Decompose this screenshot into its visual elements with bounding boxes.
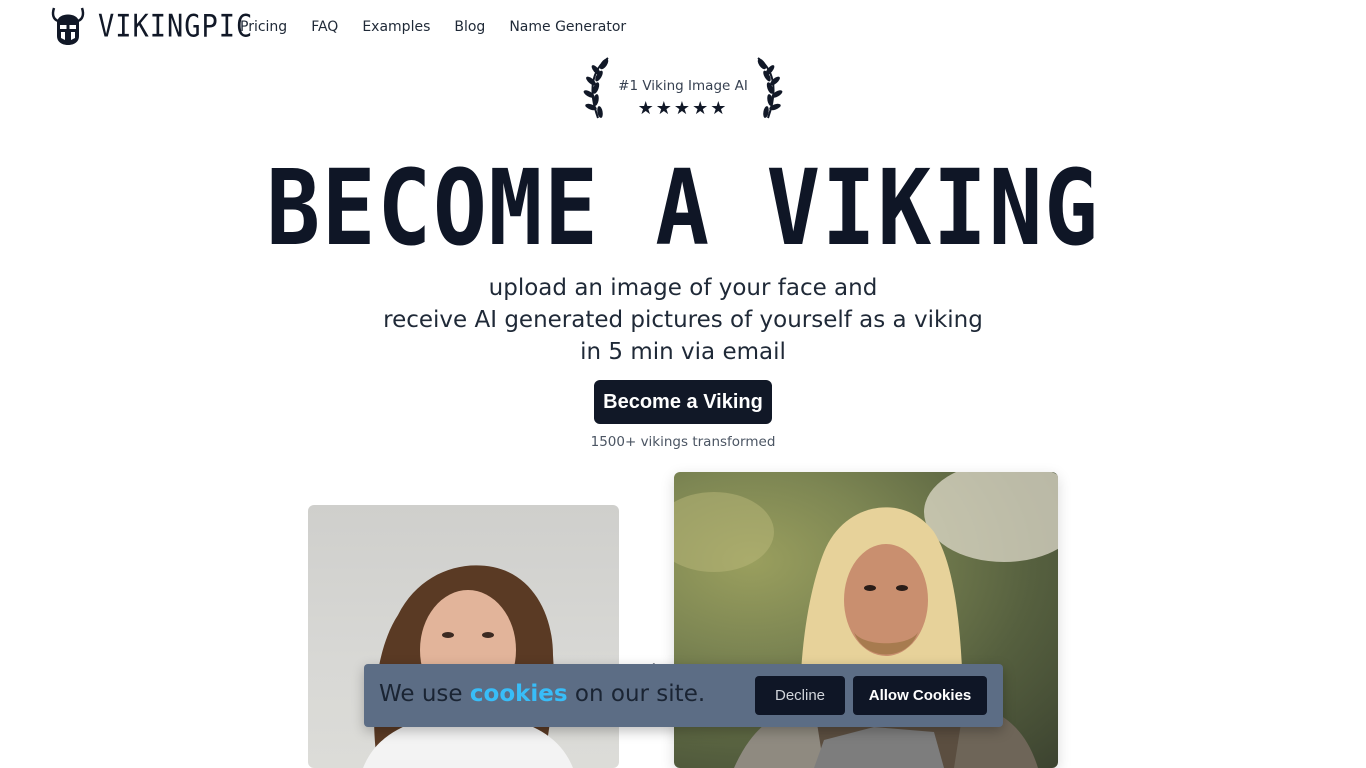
allow-cookies-button[interactable]: Allow Cookies [853, 676, 987, 715]
subtitle-line: in 5 min via email [580, 339, 786, 365]
rating-badge: #1 Viking Image AI ★★★★★ [582, 54, 784, 120]
hero-title: BECOME A VIKING [266, 147, 1100, 269]
cookie-banner: We use cookies on our site. Decline Allo… [364, 664, 1003, 727]
cookie-message: We use cookies on our site. [379, 681, 705, 707]
cookies-link[interactable]: cookies [470, 681, 568, 707]
nav-faq[interactable]: FAQ [311, 19, 338, 35]
before-photo [308, 505, 619, 768]
site-header: VIKINGPIC Pricing FAQ Examples Blog Name… [0, 0, 1366, 56]
hero-subtitle: upload an image of your face and receive… [0, 272, 1366, 368]
nav-examples[interactable]: Examples [362, 19, 430, 35]
laurel-wreath-icon [757, 57, 783, 119]
logo-link[interactable]: VIKINGPIC [50, 6, 253, 46]
nav-pricing[interactable]: Pricing [240, 19, 287, 35]
cookie-text-after: on our site. [574, 681, 706, 707]
subtitle-line: upload an image of your face and [488, 275, 878, 301]
main-nav: Pricing FAQ Examples Blog Name Generator [240, 19, 650, 35]
subtitle-line: receive AI generated pictures of yoursel… [383, 307, 983, 333]
become-viking-button[interactable]: Become a Viking [594, 380, 772, 424]
logo-text: VIKINGPIC [98, 8, 254, 44]
decline-cookies-button[interactable]: Decline [755, 676, 845, 715]
viking-helmet-icon [51, 7, 85, 45]
nav-blog[interactable]: Blog [454, 19, 485, 35]
nav-name-generator[interactable]: Name Generator [509, 19, 626, 35]
transformed-count: 1500+ vikings transformed [590, 434, 776, 450]
before-portrait-image [363, 565, 573, 768]
cookie-text-before: We use [379, 681, 463, 707]
